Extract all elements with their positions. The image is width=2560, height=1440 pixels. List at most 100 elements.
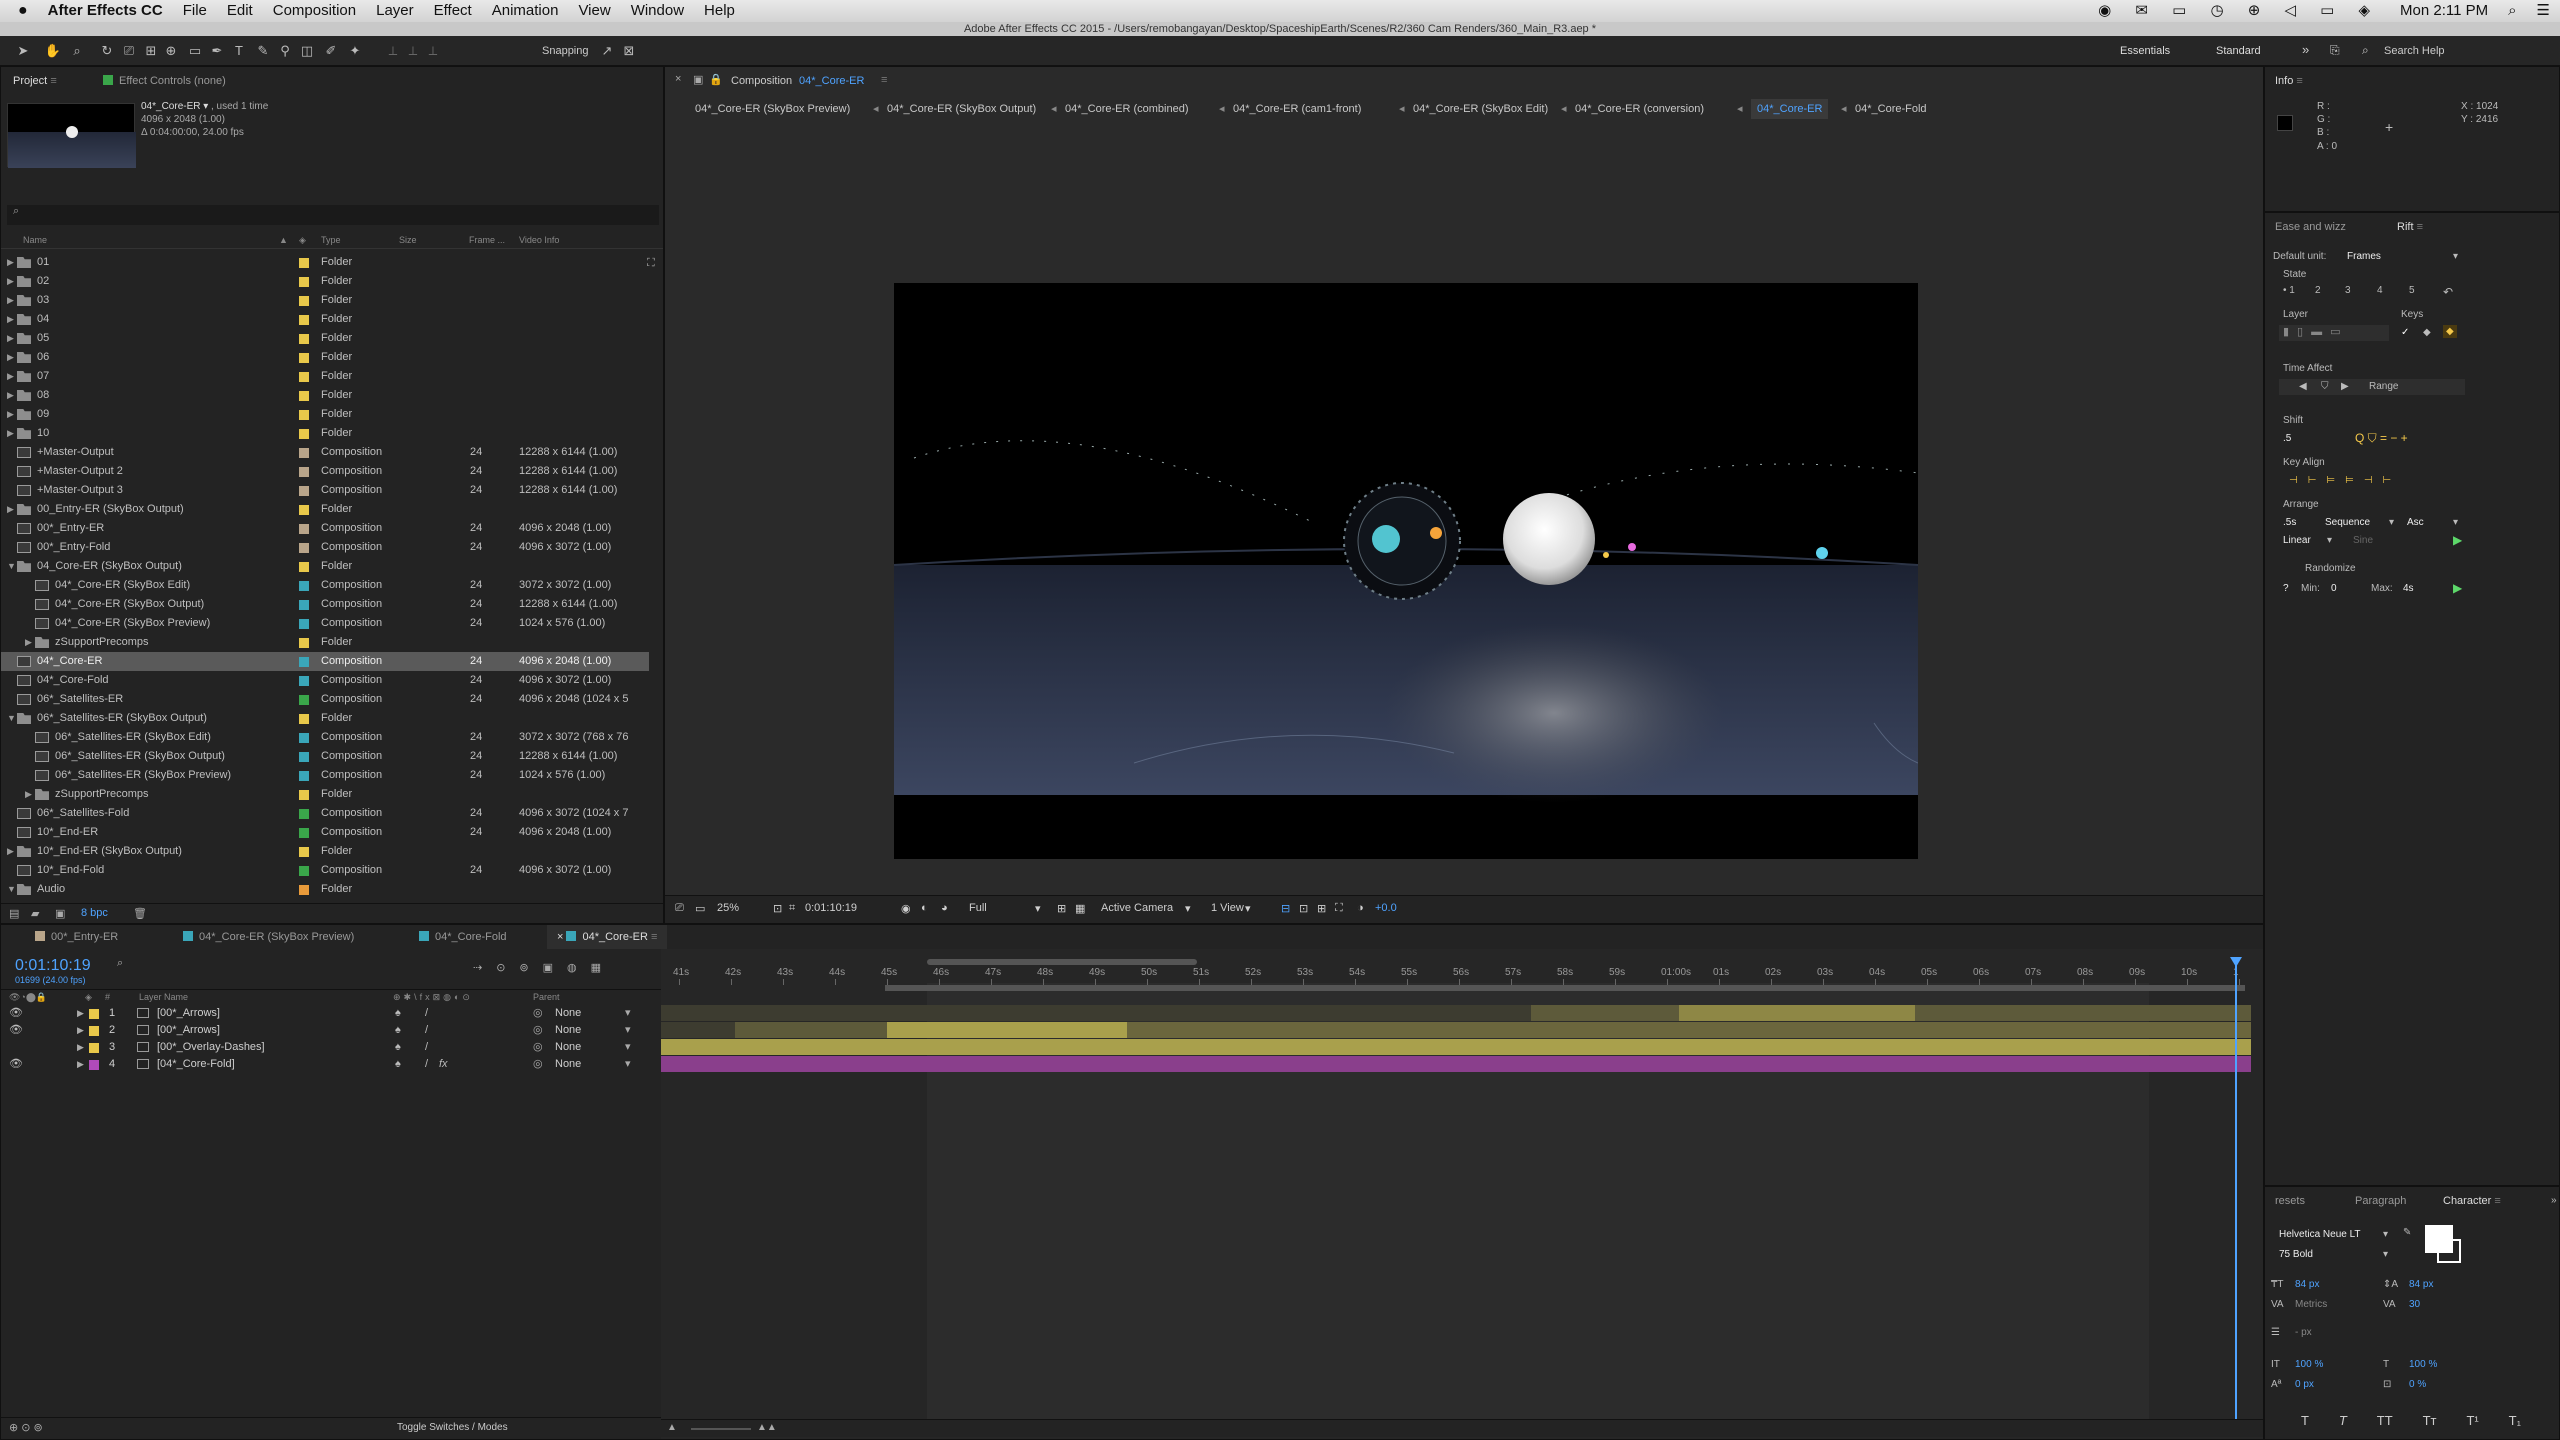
channel-icon[interactable]: ◕ <box>941 902 948 914</box>
label-color[interactable] <box>299 505 309 515</box>
font-size-input[interactable]: 84 px <box>2295 1279 2319 1290</box>
project-folder-row[interactable]: ▶ 08 Folder <box>1 386 649 405</box>
disclosure-triangle-icon[interactable]: ▶ <box>7 348 14 367</box>
label-color[interactable] <box>89 1043 99 1053</box>
quality-icon[interactable]: / <box>425 1039 428 1056</box>
label-color[interactable] <box>299 315 309 325</box>
sine-dropdown[interactable]: Sine <box>2353 535 2373 546</box>
disclosure-triangle-icon[interactable]: ▶ <box>7 842 14 861</box>
check-icon[interactable]: ✓ <box>2401 327 2409 338</box>
layer-duration-bar[interactable] <box>1531 1005 1679 1021</box>
display-icon[interactable]: ▭ <box>695 902 705 915</box>
menubar-clock[interactable]: Mon 2:11 PM <box>2390 0 2498 22</box>
reset-exposure-icon[interactable]: ◑ <box>1357 902 1364 914</box>
layer-duration-bar[interactable] <box>661 1056 2251 1072</box>
label-icon[interactable]: ◈ <box>85 992 92 1003</box>
sort-icon[interactable]: ▲ <box>279 235 288 245</box>
new-comp-icon[interactable]: ▣ <box>55 907 65 920</box>
snap-icon[interactable]: ↗ <box>598 42 616 60</box>
project-comp-row[interactable]: +Master-Output 2 Composition 24 12288 x 614… <box>1 462 649 481</box>
arrange-input[interactable]: .5s <box>2283 517 2296 528</box>
subscript-button[interactable]: T₁ <box>2509 1413 2521 1428</box>
type-tool-icon[interactable]: T <box>230 42 248 60</box>
baseline-input[interactable]: 0 px <box>2295 1379 2314 1390</box>
disclosure-triangle-icon[interactable]: ▶ <box>7 310 14 329</box>
project-folder-row[interactable]: ▶ 03 Folder <box>1 291 649 310</box>
project-folder-row[interactable]: ▶ 07 Folder <box>1 367 649 386</box>
snapshot-icon[interactable]: ◉ <box>901 902 911 915</box>
all-caps-button[interactable]: TT <box>2377 1413 2393 1428</box>
sync-icon[interactable]: ⎘ <box>2330 43 2340 58</box>
shield-icon[interactable]: ⛉ <box>2321 381 2329 392</box>
faux-italic-button[interactable]: T <box>2339 1413 2347 1428</box>
tracking-input[interactable]: 30 <box>2409 1299 2420 1310</box>
project-folder-row[interactable]: ▶ zSupportPrecomps Folder <box>1 633 649 652</box>
disclosure-triangle-icon[interactable]: ▶ <box>7 405 14 424</box>
timeline-layer-row[interactable]: 👁 ▶ 1 [00*_Arrows] ♠ / ◎ None ▾ <box>1 1005 661 1022</box>
tab-character[interactable]: Character ≡ <box>2433 1189 2511 1213</box>
chevron-down-icon[interactable]: ▾ <box>1185 902 1191 915</box>
disclosure-triangle-icon[interactable]: ▶ <box>77 1005 84 1022</box>
interpret-footage-icon[interactable]: ▤ <box>9 907 19 920</box>
project-folder-row[interactable]: ▼ 06*_Satellites-ER (SkyBox Output) Folder <box>1 709 649 728</box>
comp-flow-tab[interactable]: 04*_Core-ER (SkyBox Output) <box>887 99 1036 119</box>
tab-ease-and-wizz[interactable]: Ease and wizz <box>2265 215 2356 239</box>
workspace-standard[interactable]: Standard <box>2216 45 2261 57</box>
state-4[interactable]: 4 <box>2377 285 2383 296</box>
menu-window[interactable]: Window <box>621 0 694 22</box>
timeline-tab[interactable]: 00*_Entry-ER <box>25 925 128 949</box>
stroke-color-swatch[interactable] <box>2437 1239 2461 1263</box>
project-comp-row[interactable]: 06*_Satellites-ER (SkyBox Edit) Compositi… <box>1 728 649 747</box>
switches-icons[interactable]: ⊕✱\fx⊠◍◐⊙ <box>393 992 473 1003</box>
font-style-dropdown[interactable]: 75 Bold <box>2279 1249 2313 1260</box>
col-type[interactable]: Type <box>321 235 341 245</box>
bpc-button[interactable]: 8 bpc <box>81 907 108 919</box>
label-color[interactable] <box>299 448 309 458</box>
parent-dropdown[interactable]: None <box>555 1039 581 1056</box>
label-color[interactable] <box>299 847 309 857</box>
project-comp-row[interactable]: 10*_End-ER Composition 24 4096 x 2048 (1.00… <box>1 823 649 842</box>
puppet-tool-icon[interactable]: ✦ <box>346 42 364 60</box>
tsume-input[interactable]: 0 % <box>2409 1379 2426 1390</box>
trash-icon[interactable]: 🗑 <box>133 907 147 920</box>
fx-icon[interactable]: fx <box>439 1056 448 1073</box>
chevron-down-icon[interactable]: ▾ <box>625 1056 631 1073</box>
flowchart-view-icon[interactable]: ⛶ <box>1335 902 1343 915</box>
project-comp-row[interactable]: 06*_Satellites-ER (SkyBox Preview) Compos… <box>1 766 649 785</box>
layer-duration-bar[interactable] <box>735 1022 887 1038</box>
work-area-bar[interactable] <box>885 985 2245 991</box>
view-axis-icon[interactable]: ⟂ <box>424 42 442 60</box>
label-color[interactable] <box>299 524 309 534</box>
col-size[interactable]: Size <box>399 235 417 245</box>
playhead-handle-icon[interactable] <box>2230 957 2242 967</box>
project-comp-row[interactable]: 00*_Entry-ER Composition 24 4096 x 2048 (1.… <box>1 519 649 538</box>
label-color[interactable] <box>299 771 309 781</box>
label-color[interactable] <box>299 638 309 648</box>
snap-options-icon[interactable]: ⊠ <box>620 42 638 60</box>
disclosure-triangle-icon[interactable]: ▶ <box>25 785 32 804</box>
tab-project[interactable]: Project ≡ <box>3 69 67 93</box>
project-comp-row[interactable]: 04*_Core-ER (SkyBox Edit) Composition 24 30… <box>1 576 649 595</box>
layer-duration-bar[interactable] <box>1127 1022 2251 1038</box>
project-comp-row[interactable]: 04*_Core-ER (SkyBox Output) Composition 24… <box>1 595 649 614</box>
layer-align-icon[interactable]: ▮▯▬▭ <box>2279 326 2349 338</box>
label-color[interactable] <box>299 562 309 572</box>
chevron-down-icon[interactable]: ▾ <box>2453 517 2458 528</box>
chevron-down-icon[interactable]: ▾ <box>2327 535 2332 546</box>
col-layer-name[interactable]: Layer Name <box>139 992 188 1002</box>
thumb-name[interactable]: 04*_Core-ER ▾ <box>141 101 208 112</box>
timeline-zoom-slider[interactable] <box>691 1428 751 1430</box>
camera-view-dropdown[interactable]: Active Camera <box>1101 902 1173 914</box>
camera-tool-icon[interactable]: ⎚ <box>120 42 138 60</box>
resolution-dropdown[interactable]: Full <box>969 902 987 914</box>
pickwhip-icon[interactable]: ◎ <box>533 1022 543 1039</box>
zoom-level[interactable]: 25% <box>717 902 739 914</box>
show-snapshot-icon[interactable]: ◐ <box>921 902 928 914</box>
label-color[interactable] <box>299 410 309 420</box>
menu-animation[interactable]: Animation <box>482 0 569 22</box>
label-color[interactable] <box>299 828 309 838</box>
shift-q-icon[interactable]: Q ⛉ = − + <box>2355 431 2408 446</box>
label-color[interactable] <box>89 1009 99 1019</box>
chevron-down-icon[interactable]: ▾ <box>1035 902 1041 915</box>
hand-tool-icon[interactable]: ✋ <box>44 42 62 60</box>
